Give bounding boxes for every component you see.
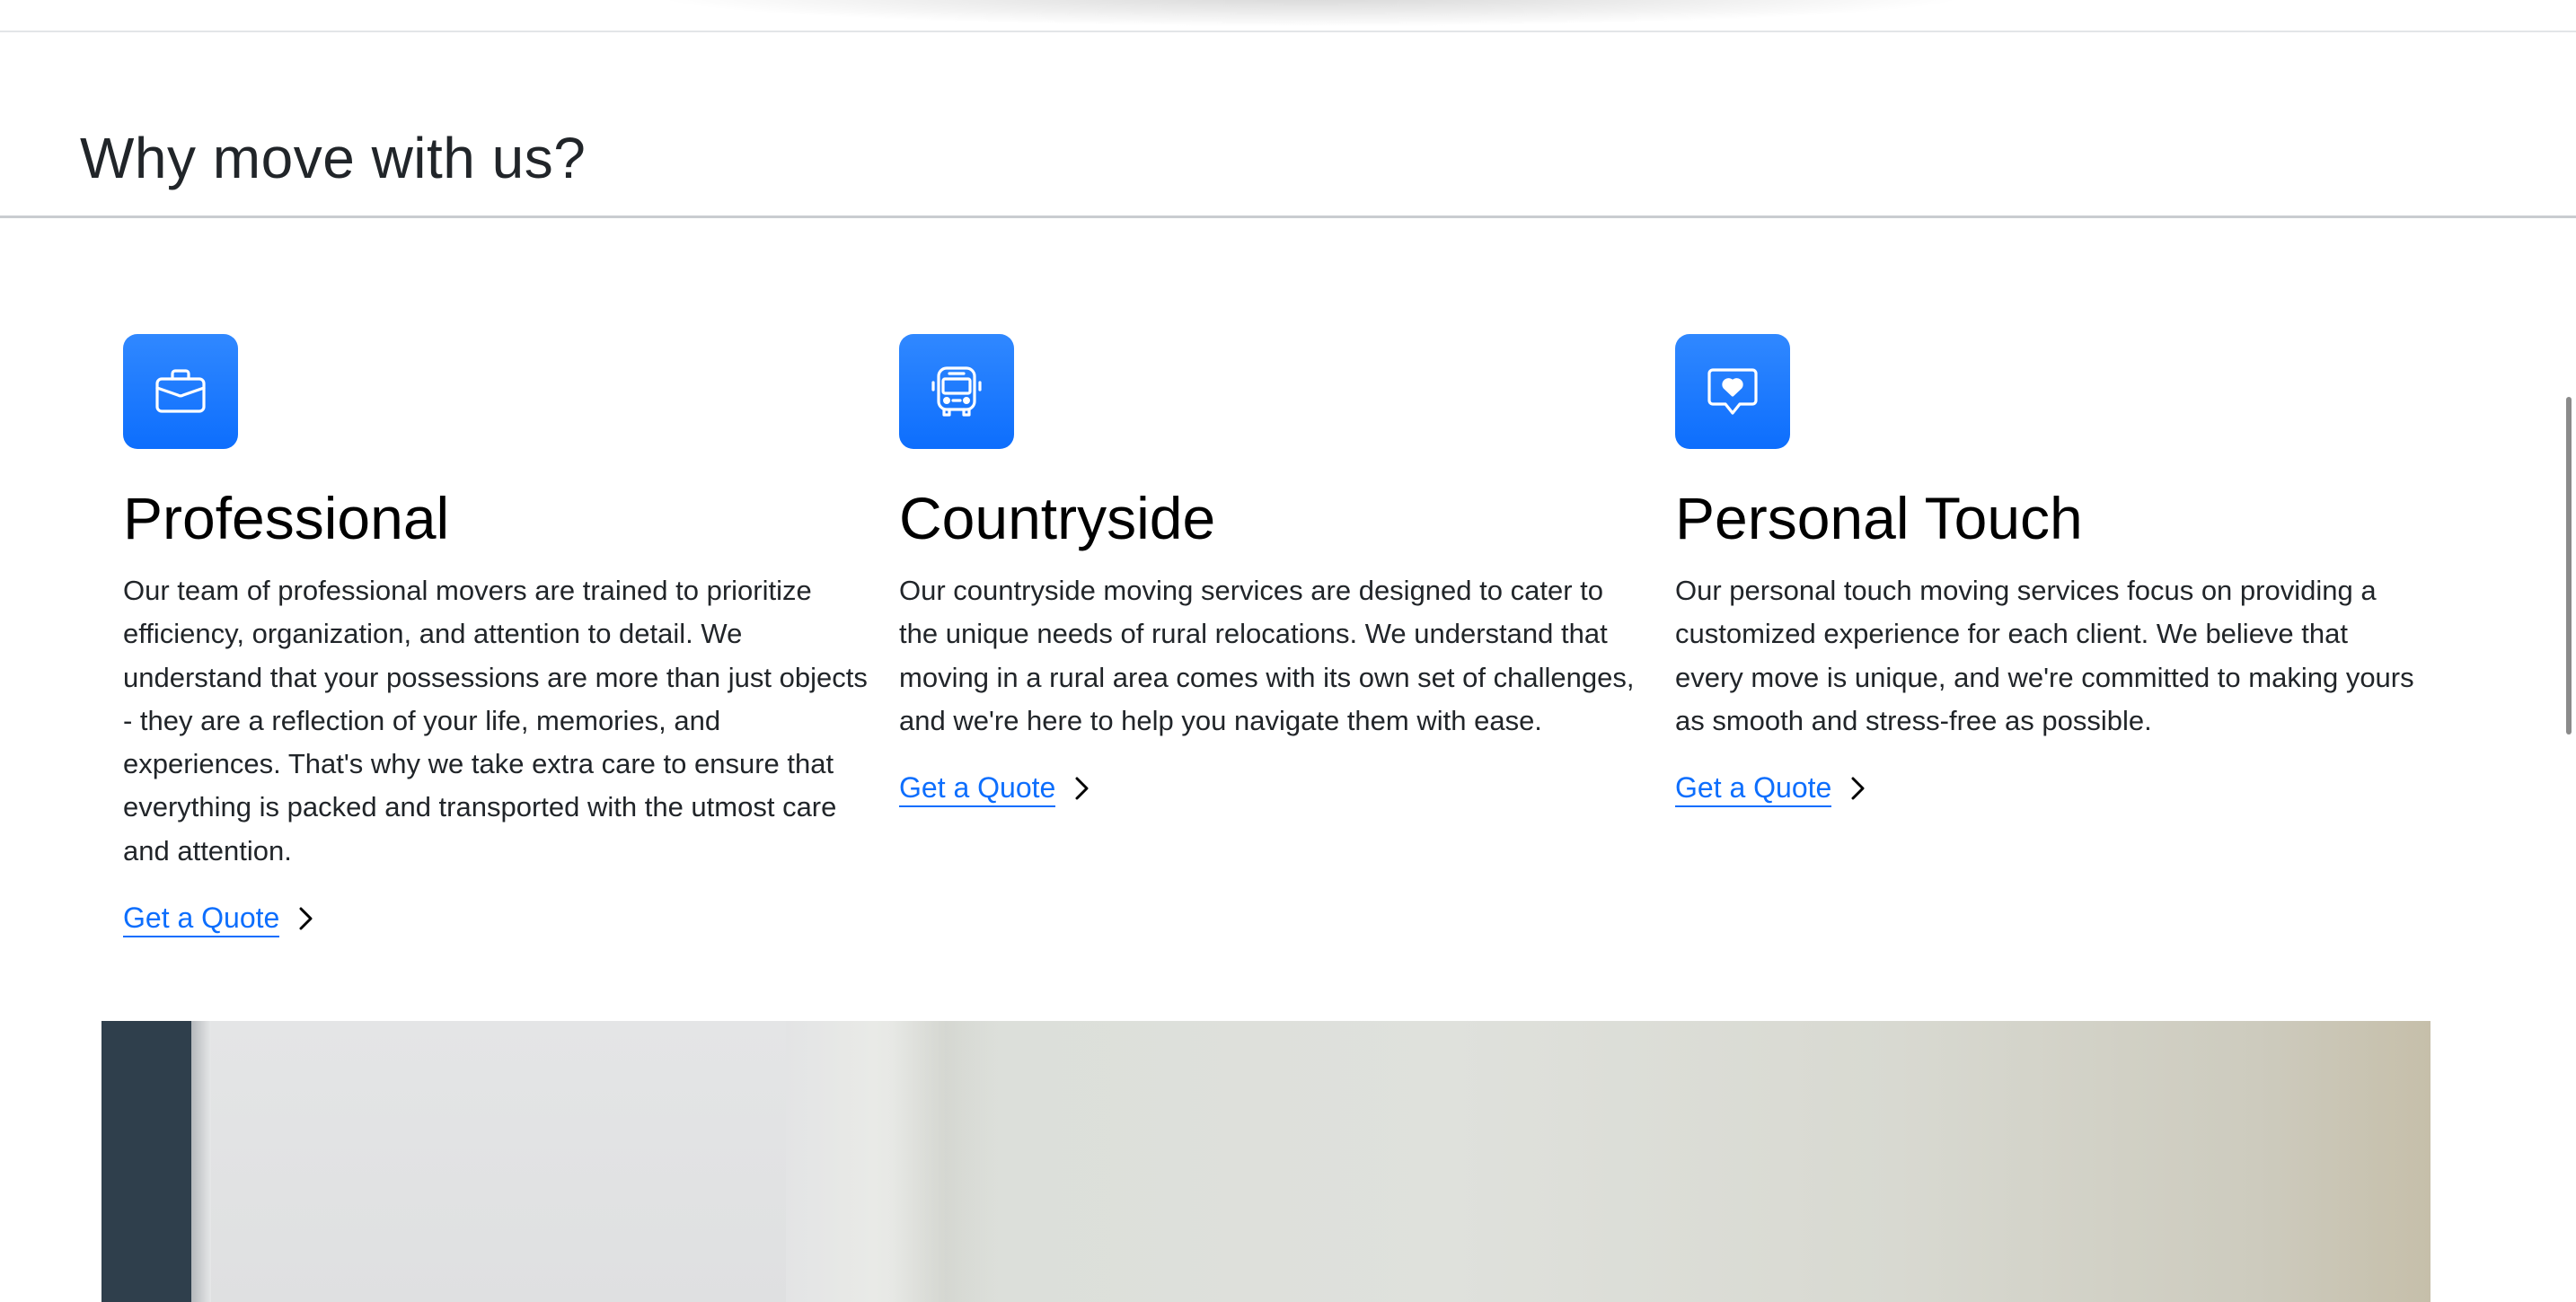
get-quote-link[interactable]: Get a Quote xyxy=(899,770,1091,808)
feature-description: Our countryside moving services are desi… xyxy=(899,575,1635,736)
chevron-right-icon xyxy=(1851,777,1865,800)
get-quote-link[interactable]: Get a Quote xyxy=(123,900,315,938)
get-quote-link-label: Get a Quote xyxy=(1675,770,1832,808)
feature-title: Professional xyxy=(123,485,450,551)
scrollbar-thumb[interactable] xyxy=(2566,397,2572,735)
feature-professional: Professional Our team of professional mo… xyxy=(123,334,869,938)
photo-seam xyxy=(892,1021,1000,1302)
get-quote-link-label: Get a Quote xyxy=(899,770,1056,808)
previous-section-edge xyxy=(0,0,2576,32)
briefcase-icon xyxy=(123,334,238,449)
photo-wall-panel xyxy=(211,1021,786,1302)
chat-heart-icon xyxy=(1675,334,1790,449)
feature-description: Our team of professional movers are trai… xyxy=(123,575,868,867)
feature-personal-touch: Personal Touch Our personal touch moving… xyxy=(1675,334,2421,808)
page: Why move with us? Professional Our team … xyxy=(0,0,2576,1302)
feature-title: Personal Touch xyxy=(1675,485,2083,551)
chevron-right-icon xyxy=(299,907,313,930)
get-quote-link[interactable]: Get a Quote xyxy=(1675,770,1867,808)
hero-photo xyxy=(101,1021,2430,1302)
photo-door-edge xyxy=(191,1021,211,1302)
feature-title: Countryside xyxy=(899,485,1216,551)
shadow-decoration xyxy=(647,0,1976,27)
chevron-right-icon xyxy=(1075,777,1089,800)
bus-icon xyxy=(899,334,1014,449)
feature-countryside: Countryside Our countryside moving servi… xyxy=(899,334,1645,808)
feature-description: Our personal touch moving services focus… xyxy=(1675,575,2414,736)
section-divider xyxy=(0,216,2576,218)
get-quote-link-label: Get a Quote xyxy=(123,900,280,938)
section-title: Why move with us? xyxy=(80,126,587,190)
